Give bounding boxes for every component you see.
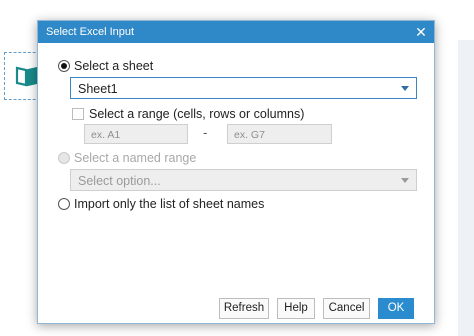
range-from-placeholder: ex. A1 [91,129,121,141]
background-panel-edge [458,40,474,336]
range-to-placeholder: ex. G7 [234,129,265,141]
dialog-titlebar: Select Excel Input ✕ [38,21,434,43]
radio-import-sheet-names[interactable] [58,198,70,210]
close-icon[interactable]: ✕ [414,24,428,40]
select-excel-input-dialog: Select Excel Input ✕ Select a sheet Shee… [37,20,435,324]
chevron-down-icon [401,86,409,91]
cancel-button[interactable]: Cancel [323,298,370,319]
named-range-placeholder: Select option... [78,174,161,188]
sheet-dropdown-value: Sheet1 [78,82,118,96]
range-from-input[interactable]: ex. A1 [84,124,188,144]
select-sheet-label: Select a sheet [74,59,154,73]
range-to-input[interactable]: ex. G7 [227,124,332,144]
dialog-title: Select Excel Input [46,26,135,38]
chevron-down-icon [401,178,409,183]
select-range-label: Select a range (cells, rows or columns) [89,107,305,121]
sheet-dropdown[interactable]: Sheet1 [70,77,417,99]
import-sheet-names-label: Import only the list of sheet names [74,197,265,211]
range-separator: - [203,125,208,140]
radio-named-range[interactable] [58,152,70,164]
named-range-label: Select a named range [74,151,197,165]
select-range-checkbox[interactable] [72,108,84,120]
radio-select-sheet[interactable] [58,60,70,72]
book-icon [15,66,38,87]
refresh-button[interactable]: Refresh [219,298,269,319]
help-button[interactable]: Help [277,298,315,319]
named-range-dropdown[interactable]: Select option... [70,169,417,191]
ok-button[interactable]: OK [378,298,414,319]
